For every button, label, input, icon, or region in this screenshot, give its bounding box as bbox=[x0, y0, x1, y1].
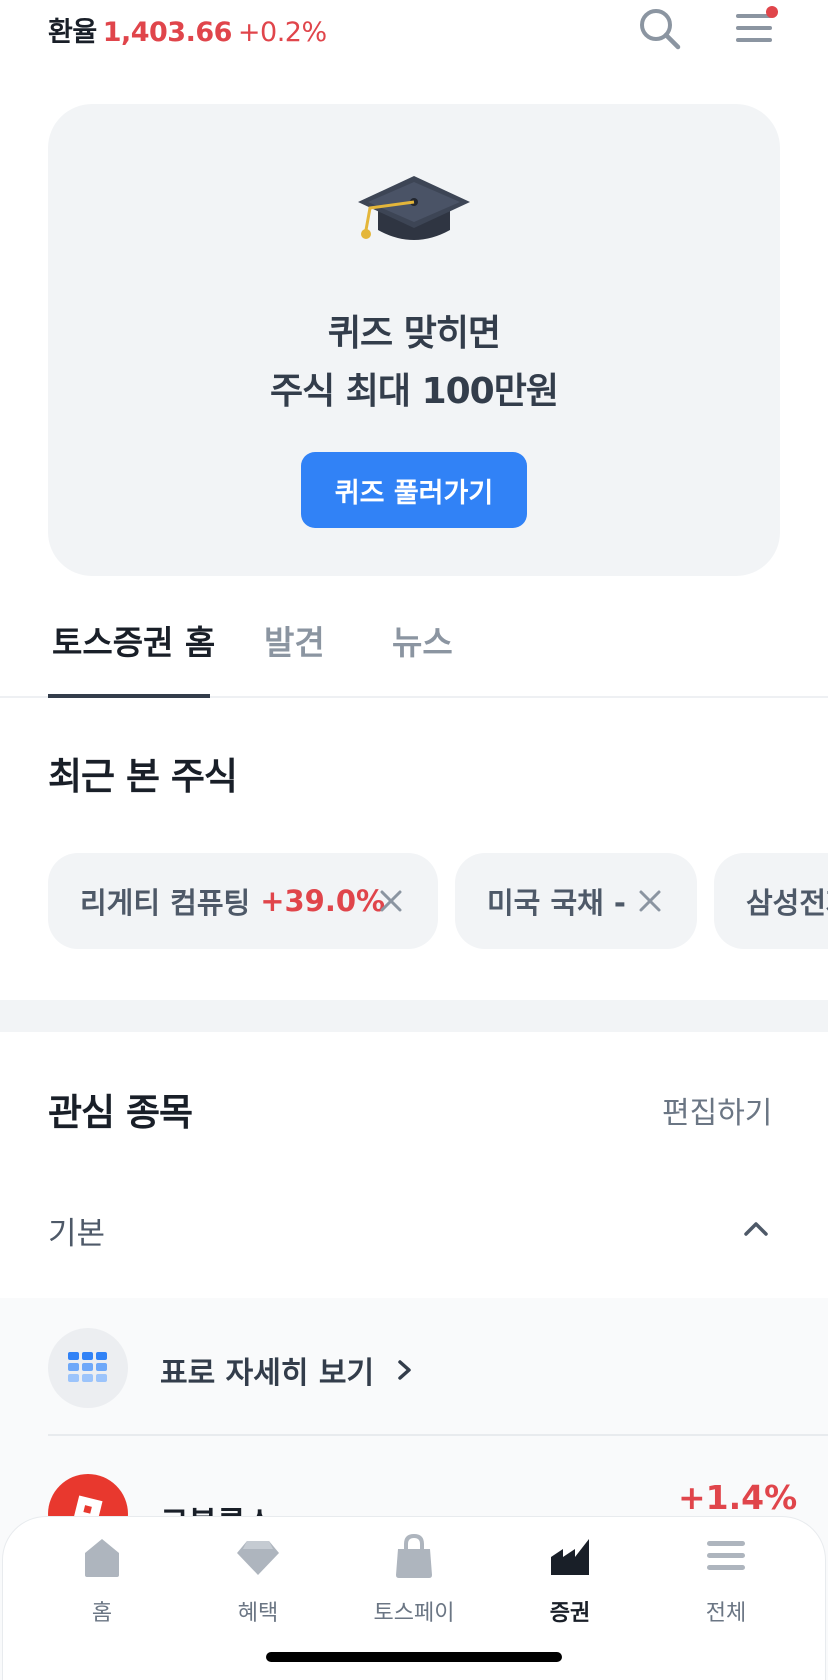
chip-stock-name: 리게티 컴퓨팅 bbox=[80, 886, 251, 920]
home-indicator bbox=[266, 1652, 562, 1662]
quiz-banner[interactable]: 퀴즈 맞히면 주식 최대 100만원 퀴즈 풀러가기 bbox=[48, 104, 780, 576]
quiz-button[interactable]: 퀴즈 풀러가기 bbox=[301, 452, 527, 528]
table-view-label: 표로 자세히 보기 bbox=[160, 1356, 375, 1391]
graduation-cap-icon bbox=[352, 172, 476, 262]
recent-stock-chips: 리게티 컴퓨팅 +39.0% 미국 국채 - 삼성전자 bbox=[0, 853, 828, 949]
nav-home[interactable]: 홈 bbox=[27, 1517, 177, 1637]
watchlist-group-label[interactable]: 기본 bbox=[48, 1208, 105, 1253]
nav-all[interactable]: 전체 bbox=[651, 1517, 801, 1637]
chevron-right-icon bbox=[398, 1360, 411, 1380]
active-tab-indicator bbox=[48, 694, 210, 698]
diamond-icon bbox=[237, 1541, 279, 1575]
nav-tosspay[interactable]: 토스페이 bbox=[339, 1517, 489, 1637]
banner-title-line1: 퀴즈 맞히면 bbox=[327, 313, 501, 354]
edit-watchlist-button[interactable]: 편집하기 bbox=[662, 1088, 772, 1132]
nav-benefits[interactable]: 혜택 bbox=[183, 1517, 333, 1637]
top-bar: 환율 1,403.66 +0.2% bbox=[0, 0, 828, 60]
exchange-rate-change: +0.2% bbox=[237, 17, 327, 48]
tab-toss-securities-home[interactable]: 토스증권 홈 bbox=[52, 616, 215, 664]
watchlist-title: 관심 종목 bbox=[48, 1091, 193, 1134]
nav-label: 혜택 bbox=[237, 1601, 279, 1626]
menu-icon bbox=[707, 1541, 745, 1570]
chip-stock-name: 미국 국채 - bbox=[487, 886, 626, 920]
tab-bar: 토스증권 홈 발견 뉴스 bbox=[0, 600, 828, 698]
chevron-up-icon[interactable] bbox=[742, 1214, 770, 1242]
nav-label: 전체 bbox=[705, 1601, 747, 1626]
stock-change: +1.4% bbox=[678, 1478, 798, 1517]
search-icon bbox=[640, 9, 681, 50]
nav-securities[interactable]: 증권 bbox=[495, 1517, 645, 1637]
close-icon[interactable] bbox=[635, 886, 665, 916]
exchange-rate-label: 환율 bbox=[48, 17, 97, 48]
search-button[interactable] bbox=[636, 4, 684, 52]
nav-label: 홈 bbox=[91, 1601, 113, 1626]
shopping-bag-icon bbox=[396, 1533, 432, 1578]
stocks-icon bbox=[551, 1539, 589, 1575]
recent-chip[interactable]: 미국 국채 - bbox=[455, 853, 697, 949]
recent-stocks-title: 최근 본 주식 bbox=[48, 755, 238, 798]
table-view-row[interactable]: 표로 자세히 보기 bbox=[0, 1298, 828, 1434]
recent-chip[interactable]: 리게티 컴퓨팅 +39.0% bbox=[48, 853, 438, 949]
recent-chip[interactable]: 삼성전자 bbox=[714, 853, 828, 949]
table-grid-icon bbox=[48, 1328, 128, 1408]
tab-news[interactable]: 뉴스 bbox=[392, 616, 453, 664]
home-icon bbox=[85, 1539, 119, 1577]
banner-title-line2: 주식 최대 100만원 bbox=[270, 371, 559, 412]
exchange-rate[interactable]: 환율 1,403.66 +0.2% bbox=[48, 10, 327, 49]
tab-discover[interactable]: 발견 bbox=[264, 616, 325, 664]
section-divider bbox=[0, 1000, 828, 1032]
exchange-rate-value: 1,403.66 bbox=[102, 17, 233, 48]
nav-label: 토스페이 bbox=[373, 1601, 455, 1626]
notification-dot bbox=[766, 6, 778, 18]
chip-stock-name: 삼성전자 bbox=[746, 886, 828, 920]
row-divider bbox=[48, 1434, 828, 1436]
chip-stock-change: +39.0% bbox=[260, 884, 386, 918]
close-icon[interactable] bbox=[376, 886, 406, 916]
nav-label: 증권 bbox=[549, 1601, 591, 1626]
